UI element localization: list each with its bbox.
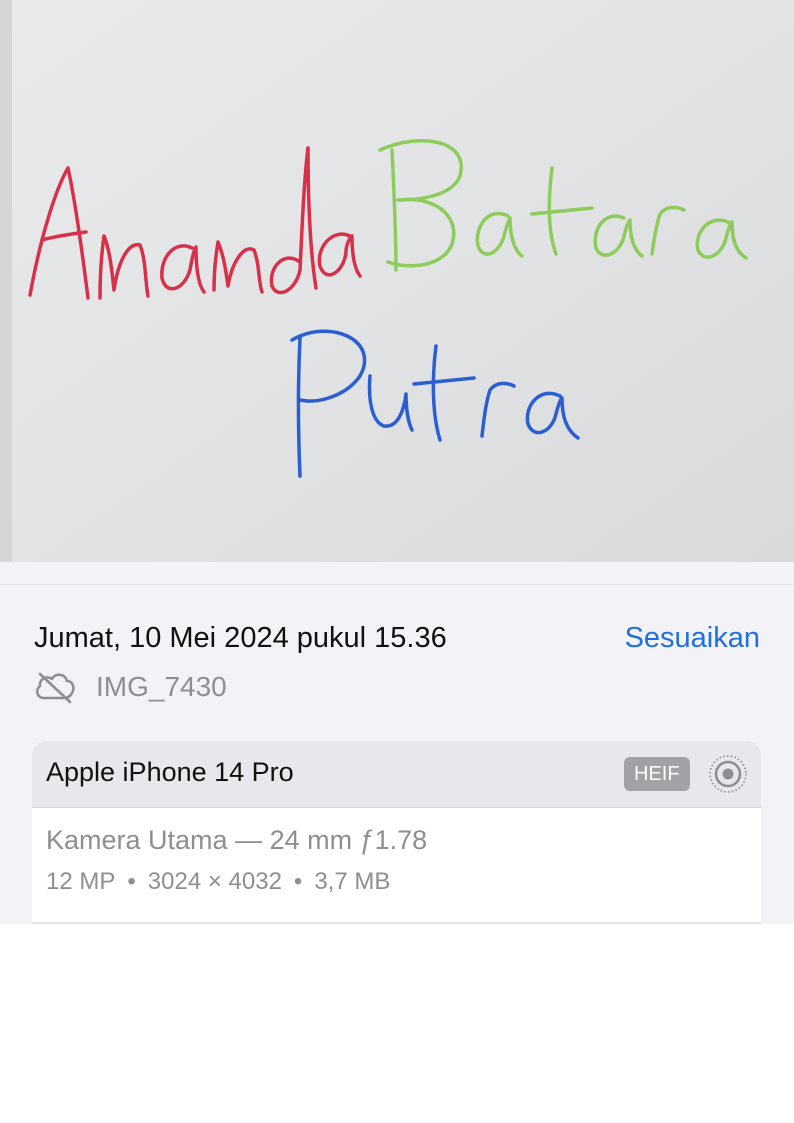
camera-info-body: Kamera Utama — 24 mm ƒ1.78 12 MP • 3024 …	[46, 825, 427, 896]
divider	[0, 584, 794, 585]
camera-info-card: Apple iPhone 14 Pro HEIF Kamera Utama — …	[32, 741, 761, 924]
lens-info: Kamera Utama — 24 mm ƒ1.78	[46, 825, 428, 855]
photo-preview[interactable]	[0, 0, 794, 562]
handwritten-name-image	[0, 0, 794, 562]
cloud-slash-icon	[34, 670, 76, 704]
image-specs: 12 MP • 3024 × 4032 • 3,7 MB	[46, 868, 427, 896]
capture-datetime: Jumat, 10 Mei 2024 pukul 15.36	[34, 622, 447, 654]
file-name: IMG_7430	[96, 671, 227, 702]
resolution: 3024 × 4032	[147, 868, 282, 895]
separator: •	[127, 868, 136, 895]
file-size: 3,7 MB	[314, 868, 391, 895]
camera-info-header: Apple iPhone 14 Pro HEIF	[32, 741, 761, 808]
megapixels: 12 MP	[46, 868, 116, 895]
device-name: Apple iPhone 14 Pro	[46, 757, 294, 787]
photo-info-panel: Jumat, 10 Mei 2024 pukul 15.36 Sesuaikan…	[0, 562, 794, 924]
format-badge: HEIF	[624, 757, 690, 791]
adjust-datetime-button[interactable]: Sesuaikan	[625, 622, 760, 655]
live-photo-icon	[708, 754, 748, 794]
separator: •	[293, 868, 303, 895]
divider	[32, 922, 761, 924]
file-row: IMG_7430	[34, 670, 227, 704]
